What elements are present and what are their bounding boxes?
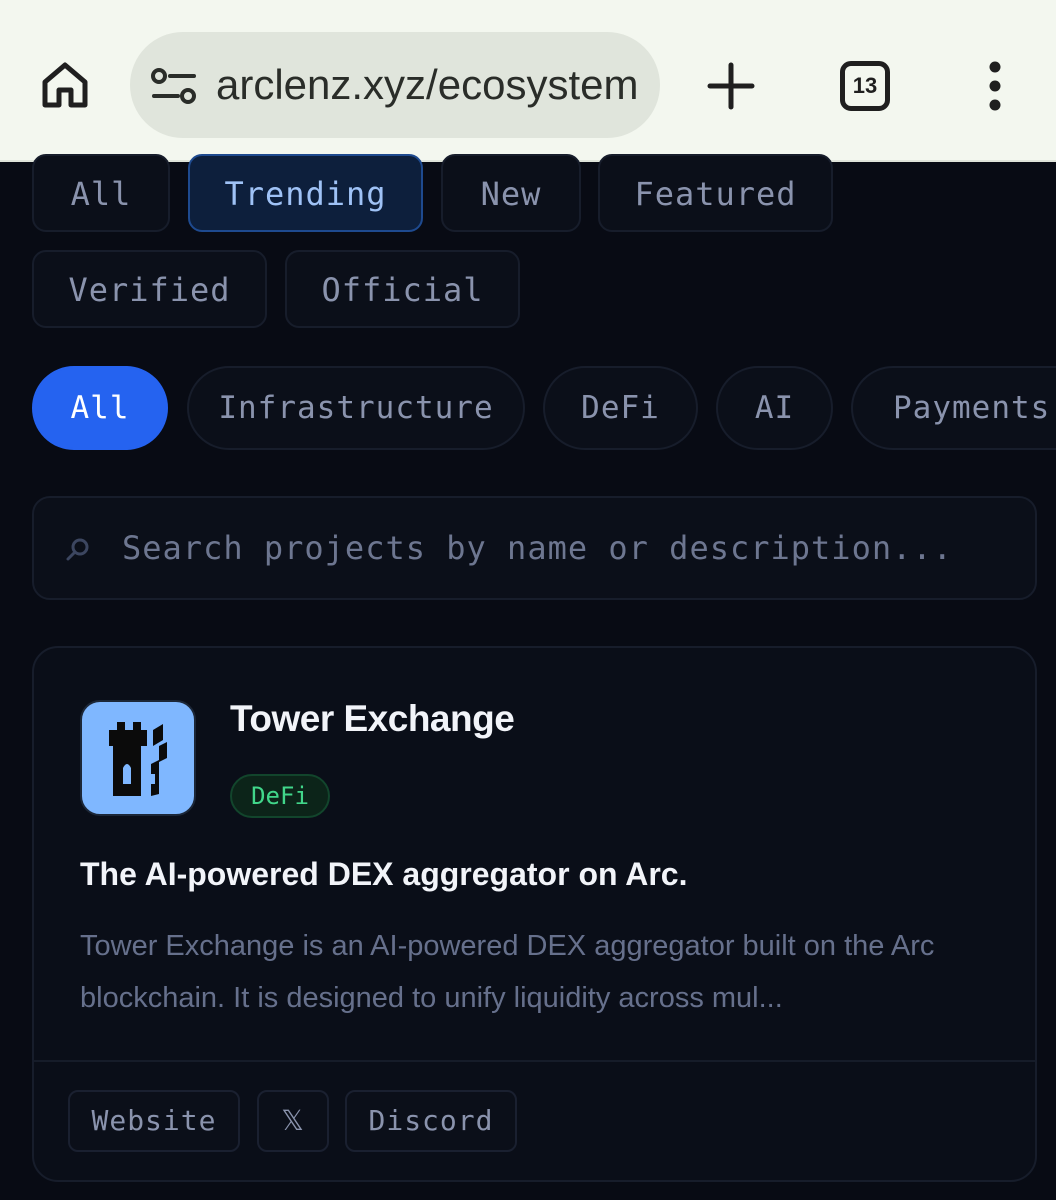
browser-toolbar: arclenz.xyz/ecosystem 13: [0, 0, 1056, 162]
category-pill-infrastructure[interactable]: Infrastructure: [187, 366, 525, 450]
home-button[interactable]: [36, 56, 94, 114]
category-badge: DeFi: [230, 774, 330, 818]
category-pill-defi[interactable]: DeFi: [543, 366, 698, 450]
browser-menu-button[interactable]: [975, 60, 1015, 112]
tab-switcher-button[interactable]: 13: [840, 61, 890, 111]
plus-icon: [707, 62, 755, 110]
category-pill-all[interactable]: All: [32, 366, 168, 450]
project-description: Tower Exchange is an AI-powered DEX aggr…: [80, 930, 935, 1014]
filter-chip-trending[interactable]: Trending: [188, 154, 423, 232]
url-text: arclenz.xyz/ecosystem: [216, 61, 639, 108]
discord-link-button[interactable]: Discord: [345, 1090, 517, 1152]
project-logo: [80, 700, 196, 816]
card-divider: [34, 1060, 1035, 1062]
search-icon: [66, 538, 89, 561]
address-bar[interactable]: arclenz.xyz/ecosystem: [130, 32, 660, 138]
search-box: [32, 496, 1037, 600]
filter-chip-official[interactable]: Official: [285, 250, 520, 328]
new-tab-button[interactable]: [702, 57, 760, 115]
project-card[interactable]: Tower Exchange DeFi The AI-powered DEX a…: [32, 646, 1037, 1182]
more-vert-icon: [989, 61, 1001, 111]
category-pill-payments[interactable]: Payments: [851, 366, 1056, 450]
search-input[interactable]: [122, 498, 972, 598]
project-tagline: The AI-powered DEX aggregator on Arc.: [80, 856, 688, 892]
site-settings-icon[interactable]: [150, 66, 198, 106]
category-pill-ai[interactable]: AI: [716, 366, 833, 450]
website-link-button[interactable]: Website: [68, 1090, 240, 1152]
home-icon: [42, 62, 88, 108]
x-link-button[interactable]: 𝕏: [257, 1090, 329, 1152]
tab-count: 13: [852, 73, 878, 98]
filter-chip-featured[interactable]: Featured: [598, 154, 833, 232]
filter-chip-verified[interactable]: Verified: [32, 250, 267, 328]
filter-chip-all[interactable]: All: [32, 154, 170, 232]
project-name[interactable]: Tower Exchange: [230, 698, 515, 740]
filter-chip-new[interactable]: New: [441, 154, 581, 232]
tower-icon: [109, 722, 167, 796]
x-icon: 𝕏: [281, 1104, 305, 1137]
